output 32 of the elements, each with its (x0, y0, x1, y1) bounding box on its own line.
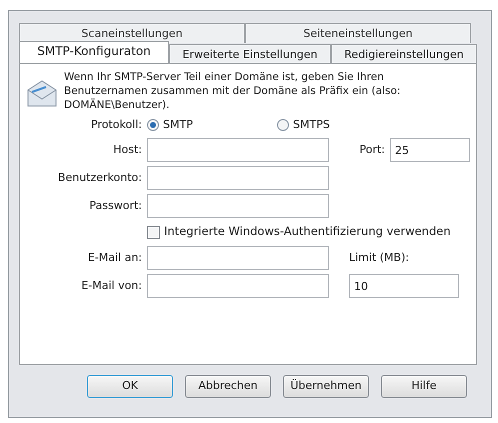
field-label: Host: (112, 142, 142, 158)
dialog-button[interactable]: Abbrechen (185, 375, 271, 398)
dialog-button[interactable]: Hilfe (381, 375, 467, 398)
dialog-button[interactable]: Übernehmen (283, 375, 369, 398)
input-field[interactable]: 25 (390, 138, 470, 162)
input-field[interactable] (147, 138, 329, 162)
radio-button[interactable] (147, 119, 159, 131)
input-field[interactable] (147, 194, 329, 218)
tab[interactable]: Scaneinstellungen (19, 23, 245, 43)
tab[interactable]: Seiteneinstellungen (245, 23, 471, 43)
field-label: E-Mail von: (80, 278, 142, 294)
radio-button[interactable] (277, 119, 289, 131)
field-label: Protokoll: (90, 116, 142, 133)
field-label: Passwort: (88, 198, 142, 214)
field-label: Port: (358, 142, 385, 158)
envelope-icon (26, 78, 58, 108)
input-field[interactable]: 10 (349, 274, 459, 298)
tab[interactable]: Redigiereinstellungen (331, 44, 477, 63)
field-label: E-Mail an: (86, 250, 142, 266)
tab[interactable]: Erweiterte Einstellungen (169, 44, 331, 63)
tab[interactable]: SMTP-Konfiguraton (19, 41, 169, 63)
radio-label[interactable]: SMTPS (293, 116, 330, 134)
input-field[interactable] (147, 246, 329, 270)
field-label: Limit (MB): (349, 250, 410, 266)
field-label: Benutzerkonto: (56, 170, 142, 186)
checkbox-label[interactable]: Integrierte Windows-Authentifizierung verwenden (164, 223, 451, 241)
info-text: Wenn Ihr SMTP-Server Teil einer Domäne ist, geben Sie Ihren Benutzernamen zusammen mit der Domäne als Präfix ein (also: DOMÄNE\Benutzer). (64, 70, 402, 112)
radio-label[interactable]: SMTP (163, 116, 193, 134)
dialog-button[interactable]: OK (87, 375, 173, 398)
checkbox[interactable] (147, 226, 160, 238)
input-field[interactable] (147, 166, 329, 190)
input-field[interactable] (147, 274, 329, 298)
